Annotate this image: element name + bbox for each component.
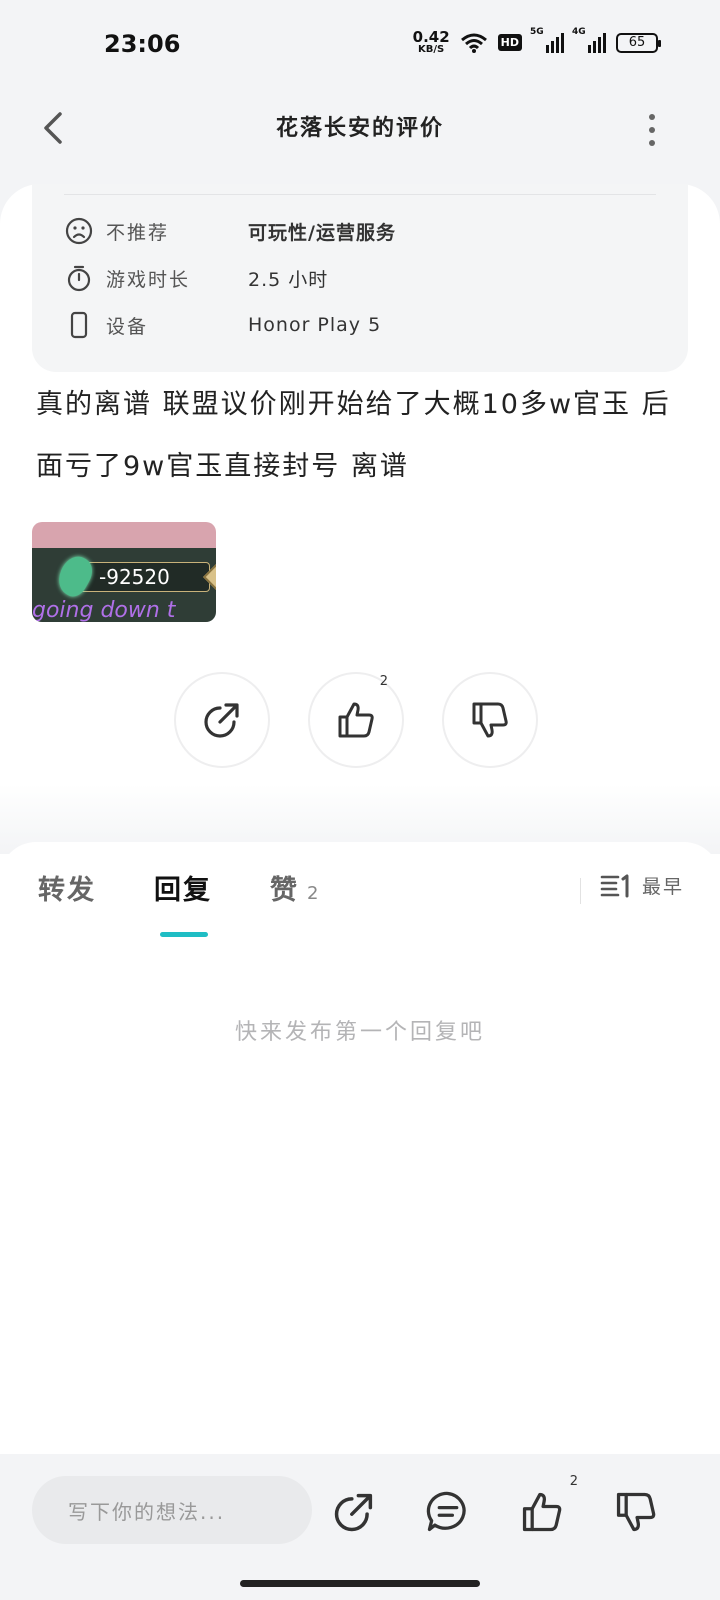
sad-face-icon <box>64 216 94 246</box>
bottom-comment-button[interactable] <box>420 1484 476 1540</box>
bottom-share-button[interactable] <box>326 1484 382 1540</box>
sort-list-icon <box>600 874 629 897</box>
empty-replies-text: 快来发布第一个回复吧 <box>234 1020 485 1045</box>
bottom-like-count: 2 <box>569 1474 578 1489</box>
tab-replies[interactable]: 回复 <box>154 868 212 907</box>
more-dot-icon <box>649 127 655 133</box>
battery-icon: 65 <box>616 32 661 53</box>
signal-5g-label: 5G <box>530 26 544 37</box>
review-text: 真的离谱 联盟议价刚开始给了大概10多w官玉 后面亏了9w官玉直接封号 离谱 <box>36 389 671 482</box>
info-value: 可玩性/运营服务 <box>248 221 396 244</box>
more-options-button[interactable] <box>640 110 664 150</box>
share-icon <box>204 703 239 738</box>
top-nav: 花落长安的评价 <box>0 92 720 164</box>
info-row-recommendation: 不推荐 可玩性/运营服务 <box>64 214 396 248</box>
thumbs-down-icon <box>616 1492 656 1532</box>
home-indicator[interactable] <box>240 1580 480 1587</box>
signal-4g-label: 4G <box>572 26 586 37</box>
review-image[interactable]: -92520 + going down t <box>32 522 216 622</box>
tab-count: 2 <box>307 883 319 904</box>
timer-icon <box>64 263 94 293</box>
info-label: 不推荐 <box>106 221 170 244</box>
network-speed-unit: KB/S <box>418 44 445 55</box>
sort-button[interactable]: 最早 <box>600 872 684 899</box>
like-button[interactable]: 2 <box>308 672 404 768</box>
status-time: 23:06 <box>104 30 181 58</box>
comment-input[interactable]: 写下你的想法... <box>32 1476 312 1544</box>
info-value: 2.5 小时 <box>248 268 329 291</box>
image-amount: -92520 <box>76 562 210 592</box>
thumbs-up-icon <box>522 1492 562 1532</box>
tab-label: 回复 <box>154 875 212 906</box>
review-info-box: 不推荐 可玩性/运营服务 游戏时长 2.5 小时 设备 Honor Play 5 <box>32 184 688 372</box>
tab-label: 转发 <box>38 875 96 906</box>
info-value: Honor Play 5 <box>248 314 382 336</box>
network-speed-value: 0.42 <box>412 28 450 46</box>
bottom-bar: 写下你的想法... 2 <box>0 1454 720 1600</box>
replies-panel: 转发 回复 赞2 最早 快来发布第一个回复吧 <box>0 842 720 1454</box>
bottom-dislike-button[interactable] <box>608 1484 664 1540</box>
sort-label: 最早 <box>642 876 685 898</box>
image-caption: going down t <box>32 598 176 622</box>
dislike-button[interactable] <box>442 672 538 768</box>
info-row-playtime: 游戏时长 2.5 小时 <box>64 261 328 295</box>
battery-level: 65 <box>628 35 646 50</box>
network-speed: 0.42 KB/S <box>413 30 450 55</box>
plus-sign: + <box>214 556 216 589</box>
info-label: 游戏时长 <box>106 268 191 291</box>
thumbs-up-icon <box>338 702 374 738</box>
tab-forwards[interactable]: 转发 <box>38 868 96 907</box>
status-icons: 0.42 KB/S HD 5G 4G 65 <box>413 27 661 55</box>
wifi-icon <box>460 33 487 53</box>
more-dot-icon <box>649 114 655 120</box>
share-button[interactable] <box>174 672 270 768</box>
divider <box>64 194 656 195</box>
jade-gem-icon <box>52 551 98 601</box>
comment-input-placeholder: 写下你的想法... <box>68 1499 226 1524</box>
more-dot-icon <box>649 140 655 146</box>
hd-badge: HD <box>497 34 522 51</box>
bottom-like-button[interactable]: 2 <box>514 1474 578 1540</box>
tab-likes[interactable]: 赞2 <box>270 868 318 907</box>
info-label: 设备 <box>106 315 149 338</box>
active-tab-indicator <box>160 932 208 937</box>
signal-5g-icon: 5G <box>530 27 564 53</box>
like-count: 2 <box>379 674 388 689</box>
review-actions: 2 <box>0 672 720 768</box>
tab-label: 赞 <box>270 875 299 906</box>
status-bar: 23:06 0.42 KB/S HD 5G 4G 65 <box>0 0 720 92</box>
divider <box>580 878 581 904</box>
signal-4g-icon: 4G <box>572 27 606 53</box>
phone-icon <box>64 310 94 340</box>
share-icon <box>334 1493 373 1532</box>
page-title: 花落长安的评价 <box>275 116 444 141</box>
info-row-device: 设备 Honor Play 5 <box>64 308 381 342</box>
comment-icon <box>426 1491 466 1532</box>
thumbs-down-icon <box>472 702 508 738</box>
